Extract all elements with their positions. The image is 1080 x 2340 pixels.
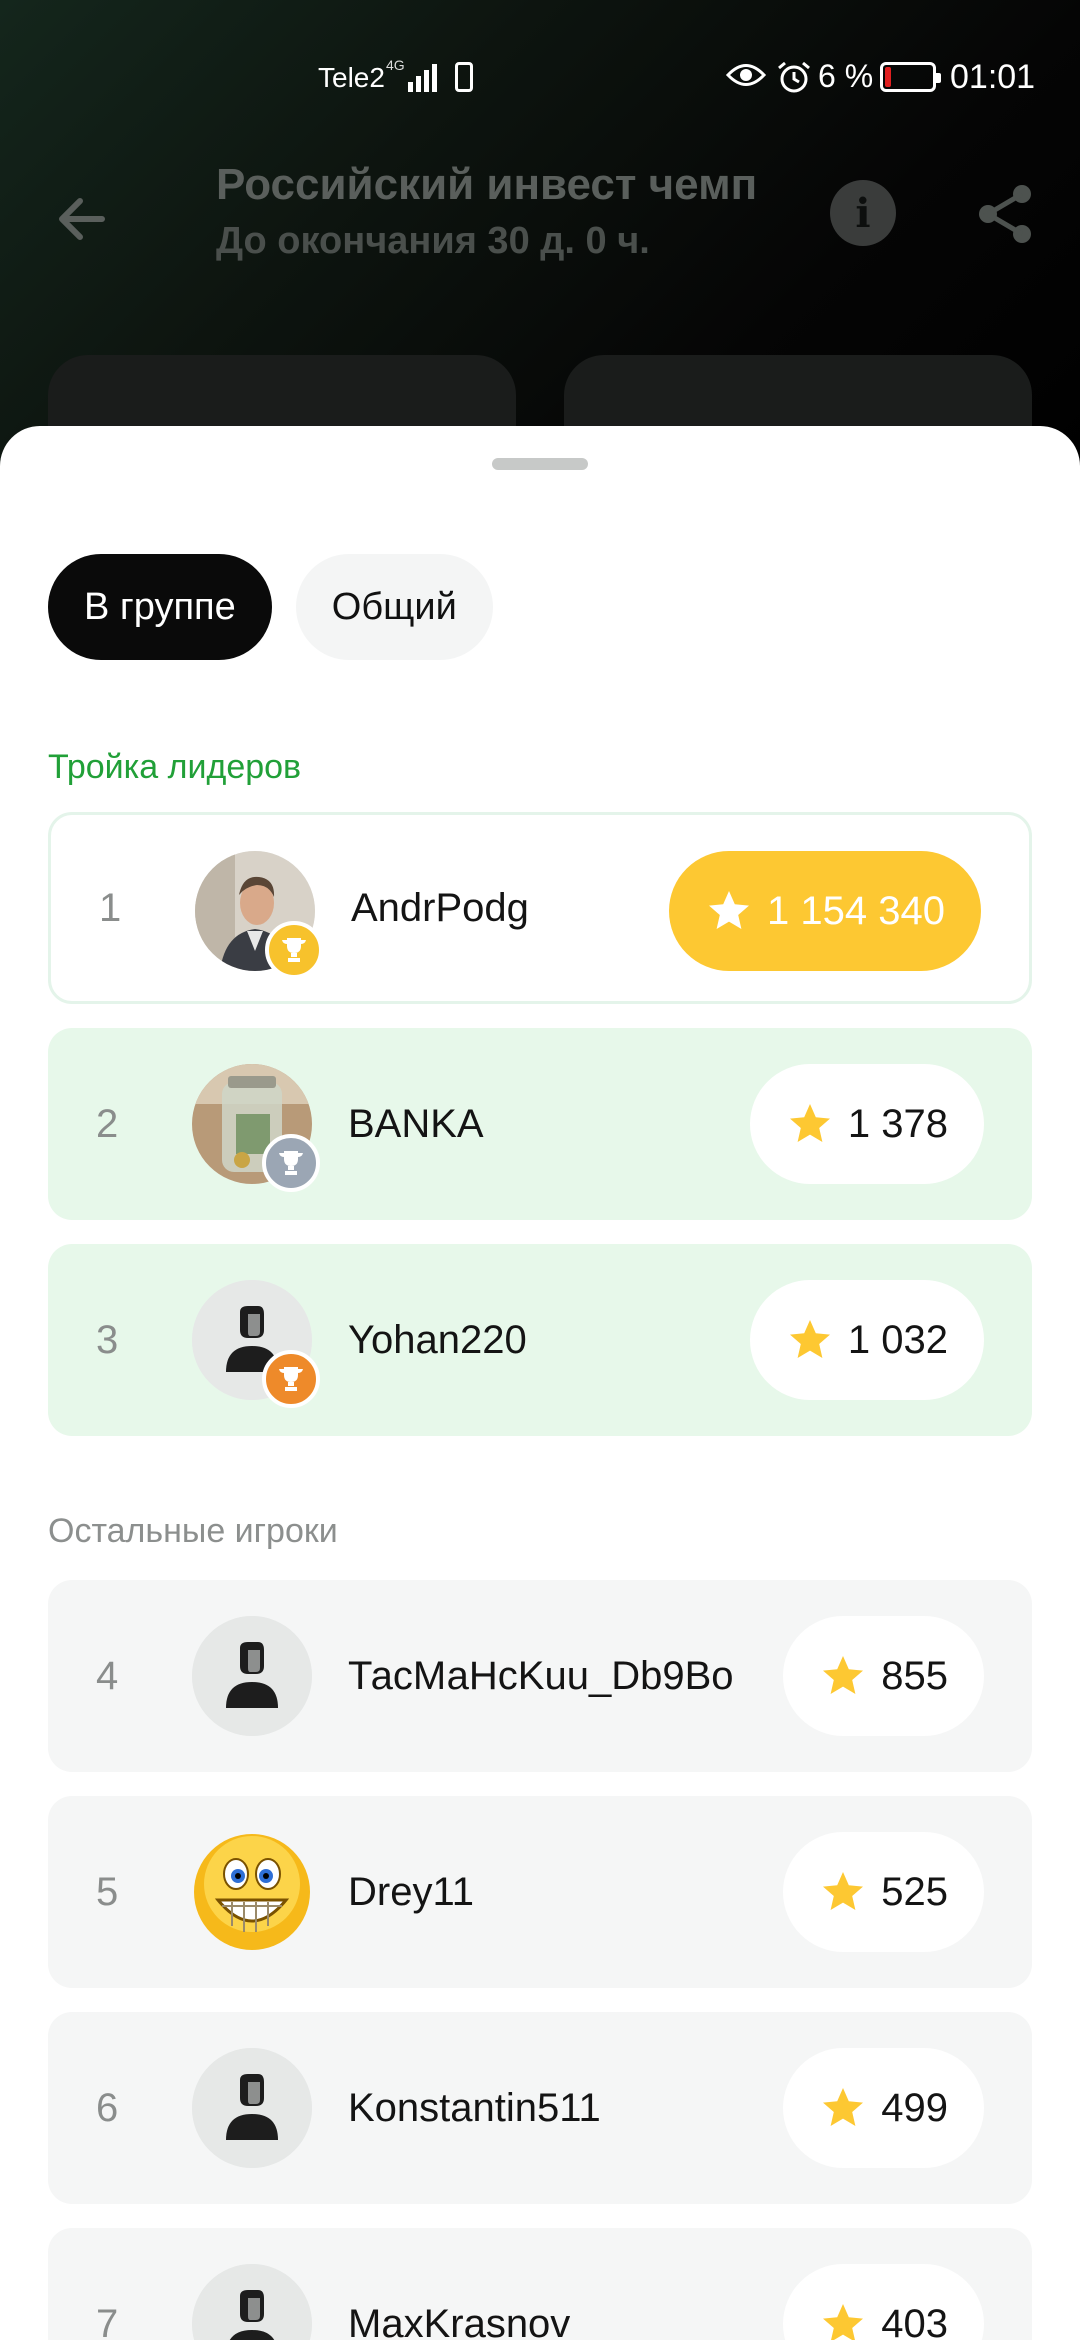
score-badge: 403 bbox=[783, 2264, 984, 2340]
star-icon bbox=[789, 1104, 830, 1142]
battery-percent: 6 % bbox=[818, 58, 874, 94]
default-user-avatar bbox=[192, 1616, 312, 1736]
score-value: 1 032 bbox=[847, 1317, 948, 1362]
page-title: Российский инвест чемп bbox=[216, 160, 758, 209]
player-name: Konstantin511 bbox=[348, 2085, 601, 2130]
info-button[interactable]: i bbox=[830, 180, 896, 246]
tab-general[interactable]: Общий bbox=[295, 554, 493, 660]
avatar bbox=[192, 1064, 320, 1192]
avatar bbox=[195, 851, 323, 979]
smiley-avatar bbox=[194, 1834, 310, 1950]
rank-number: 3 bbox=[96, 1317, 119, 1362]
leader-row[interactable]: 3 Yohan220 1 032 bbox=[48, 1244, 1032, 1436]
star-icon bbox=[709, 891, 750, 929]
tab-in-group[interactable]: В группе bbox=[48, 554, 272, 660]
avatar bbox=[192, 2048, 312, 2168]
gold-trophy-icon bbox=[265, 921, 323, 979]
player-row[interactable]: 7 MaxKrasnov 403 bbox=[48, 2228, 1032, 2340]
player-name: BANKA bbox=[348, 1101, 484, 1146]
others-section-label: Остальные игроки bbox=[48, 1512, 338, 1550]
page-subtitle: До окончания 30 д. 0 ч. bbox=[216, 220, 650, 262]
eye-icon bbox=[726, 64, 766, 86]
score-value: 1 378 bbox=[847, 1101, 948, 1146]
background-app: Tele2 4G 6 % 01:01 Российский инвест чем… bbox=[0, 0, 1080, 485]
leader-row[interactable]: 1 AndrPodg 1 154 340 bbox=[48, 812, 1032, 1004]
player-name: MaxKrasnov bbox=[348, 2301, 571, 2340]
star-icon bbox=[823, 2304, 864, 2340]
app-header: Российский инвест чемп До окончания 30 д… bbox=[0, 160, 1080, 280]
leaders-section-label: Тройка лидеров bbox=[48, 748, 302, 786]
silver-trophy-icon bbox=[262, 1134, 320, 1192]
score-value: 403 bbox=[881, 2301, 948, 2340]
score-value: 525 bbox=[881, 1869, 948, 1914]
default-user-avatar bbox=[192, 2048, 312, 2168]
status-bar: Tele2 4G 6 % 01:01 bbox=[0, 0, 1080, 160]
screen: Tele2 4G 6 % 01:01 Российский инвест чем… bbox=[0, 0, 1080, 2340]
leader-row[interactable]: 2 BANKA 1 378 bbox=[48, 1028, 1032, 1220]
battery-icon bbox=[880, 62, 941, 92]
star-icon bbox=[823, 1656, 864, 1694]
rank-number: 4 bbox=[96, 1653, 119, 1698]
rank-number: 6 bbox=[96, 2085, 119, 2130]
score-badge: 1 032 bbox=[749, 1280, 984, 1400]
network-type: 4G bbox=[386, 57, 405, 73]
star-icon bbox=[823, 2088, 864, 2126]
star-icon bbox=[823, 1872, 864, 1910]
score-value: 1 154 340 bbox=[767, 888, 945, 933]
avatar bbox=[192, 1616, 312, 1736]
score-badge: 1 154 340 bbox=[669, 851, 981, 971]
player-name: AndrPodg bbox=[351, 885, 529, 930]
signal-icon bbox=[408, 62, 442, 92]
player-name: Yohan220 bbox=[348, 1317, 527, 1362]
rank-number: 5 bbox=[96, 1869, 119, 1914]
default-user-avatar bbox=[192, 2264, 312, 2340]
carrier-label: Tele2 bbox=[318, 62, 385, 93]
score-badge: 525 bbox=[783, 1832, 984, 1952]
star-icon bbox=[789, 1320, 830, 1358]
score-badge: 1 378 bbox=[749, 1064, 984, 1184]
player-row[interactable]: 5 Drey11 525 bbox=[48, 1796, 1032, 1988]
alarm-icon bbox=[778, 61, 810, 93]
avatar bbox=[192, 2264, 312, 2340]
score-badge: 855 bbox=[783, 1616, 984, 1736]
player-name: ТасМаНсKuu_Db9Bo bbox=[348, 1653, 734, 1698]
rank-number: 7 bbox=[96, 2301, 119, 2340]
avatar bbox=[192, 1832, 312, 1952]
player-row[interactable]: 4 ТасМаНсKuu_Db9Bo 855 bbox=[48, 1580, 1032, 1772]
avatar bbox=[192, 1280, 320, 1408]
player-row[interactable]: 6 Konstantin511 499 bbox=[48, 2012, 1032, 2204]
sheet-drag-handle[interactable] bbox=[492, 458, 588, 470]
phone-icon bbox=[455, 62, 473, 92]
tab-bar: В группе Общий bbox=[48, 554, 493, 660]
clock: 01:01 bbox=[950, 58, 1036, 96]
bronze-trophy-icon bbox=[262, 1350, 320, 1408]
leaderboard-sheet: В группе Общий Тройка лидеров 1 AndrPodg… bbox=[0, 426, 1080, 2340]
rank-number: 2 bbox=[96, 1101, 119, 1146]
share-icon[interactable] bbox=[974, 182, 1038, 246]
rank-number: 1 bbox=[99, 885, 122, 930]
player-name: Drey11 bbox=[348, 1869, 474, 1914]
score-value: 855 bbox=[881, 1653, 948, 1698]
score-value: 499 bbox=[881, 2085, 948, 2130]
score-badge: 499 bbox=[783, 2048, 984, 2168]
back-arrow-icon[interactable] bbox=[50, 186, 116, 252]
